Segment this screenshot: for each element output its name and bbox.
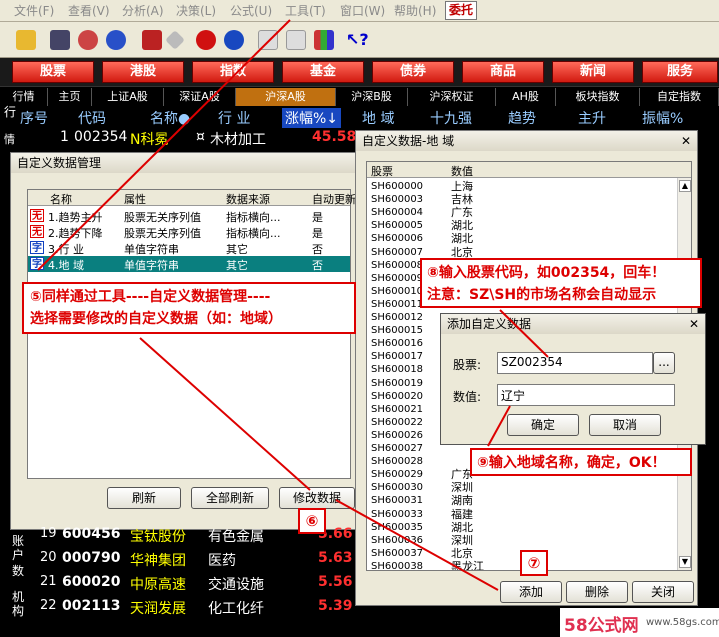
arrow-to-add [335,499,499,591]
callout-step5: ⑤同样通过工具----自定义数据管理---- 选择需要修改的自定义数据（如：地域… [22,282,356,334]
watermark: 58公式网 www.58gs.com [560,608,719,637]
callout-step9: ⑨输入地域名称，确定，OK！ [470,448,692,476]
arrow-to-value-input [487,405,511,447]
arrow-tools-to-list [37,19,291,271]
callout-step8: ⑧输入股票代码，如002354，回车！ 注意：SZ\SH的市场名称会自动显示 [420,258,702,308]
arrow-to-modify [139,337,311,491]
badge-step6: ⑥ [298,508,326,534]
badge-step7: ⑦ [520,550,548,576]
watermark-brand: 58公式网 [564,616,639,636]
watermark-url: www.58gs.com [646,617,719,628]
arrow-to-stock-input [499,309,549,358]
